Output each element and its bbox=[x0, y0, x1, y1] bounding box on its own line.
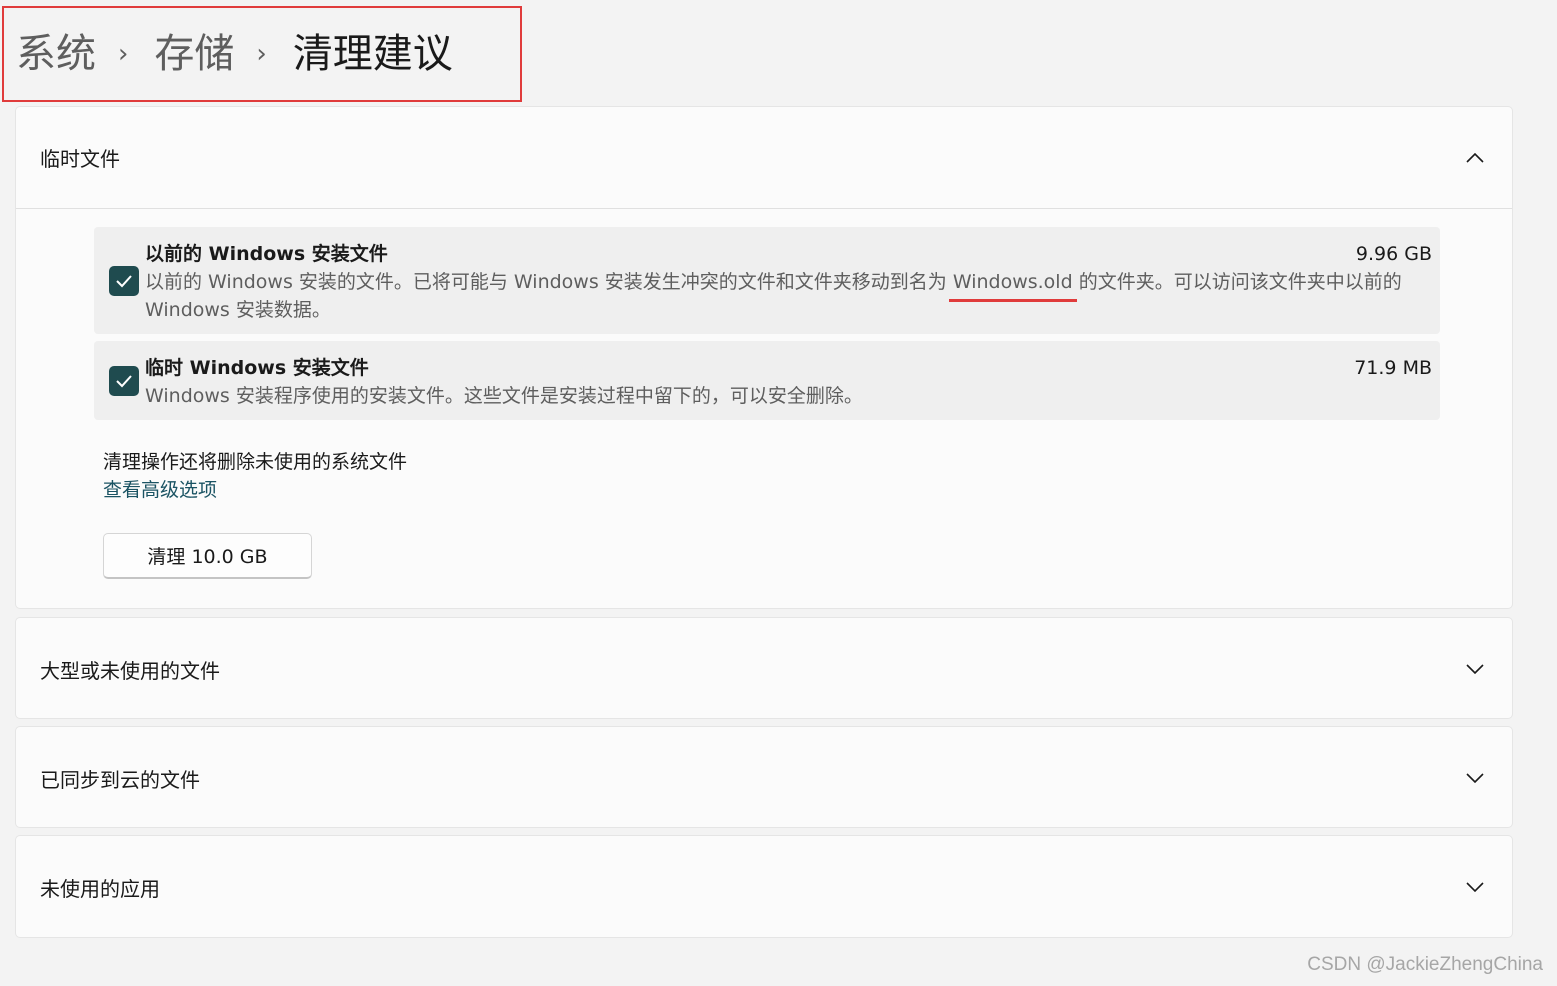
breadcrumb-item-storage[interactable]: 存储 bbox=[154, 34, 234, 74]
chevron-down-icon[interactable] bbox=[1464, 767, 1486, 789]
breadcrumb: 系统 › 存储 › 清理建议 bbox=[2, 6, 522, 102]
cloud-files-header[interactable]: 已同步到云的文件 bbox=[16, 727, 1512, 829]
checkmark-icon bbox=[116, 375, 132, 388]
breadcrumb-separator: › bbox=[118, 39, 129, 69]
unused-apps-header[interactable]: 未使用的应用 bbox=[16, 836, 1512, 938]
item-size: 9.96 GB bbox=[1355, 243, 1432, 265]
large-files-header[interactable]: 大型或未使用的文件 bbox=[16, 618, 1512, 720]
large-files-title: 大型或未使用的文件 bbox=[40, 658, 220, 683]
large-files-card[interactable]: 大型或未使用的文件 bbox=[15, 617, 1513, 719]
item-title: 临时 Windows 安装文件 bbox=[145, 357, 369, 379]
unused-apps-card[interactable]: 未使用的应用 bbox=[15, 835, 1513, 938]
item-size: 71.9 MB bbox=[1354, 357, 1432, 379]
temp-files-title: 临时文件 bbox=[40, 147, 120, 171]
item-body: 临时 Windows 安装文件 Windows 安装程序使用的安装文件。这些文件… bbox=[145, 355, 1430, 410]
checkbox-previous-windows-install[interactable] bbox=[109, 266, 139, 296]
clean-button[interactable]: 清理 10.0 GB bbox=[103, 533, 312, 579]
item-description: 以前的 Windows 安装的文件。已将可能与 Windows 安装发生冲突的文… bbox=[145, 268, 1425, 324]
advanced-options-link[interactable]: 查看高级选项 bbox=[103, 476, 217, 504]
chevron-up-icon[interactable] bbox=[1464, 147, 1486, 169]
cleanup-note: 清理操作还将删除未使用的系统文件 bbox=[103, 451, 408, 473]
list-item-temp-windows-install: 临时 Windows 安装文件 Windows 安装程序使用的安装文件。这些文件… bbox=[94, 341, 1440, 420]
list-item-previous-windows-install: 以前的 Windows 安装文件 以前的 Windows 安装的文件。已将可能与… bbox=[94, 227, 1440, 334]
windows-old-highlight: Windows.old bbox=[948, 268, 1077, 302]
temp-files-header[interactable]: 临时文件 bbox=[16, 107, 1512, 209]
unused-apps-title: 未使用的应用 bbox=[40, 876, 160, 901]
item-description: Windows 安装程序使用的安装文件。这些文件是安装过程中留下的，可以安全删除… bbox=[145, 385, 863, 407]
cloud-files-card[interactable]: 已同步到云的文件 bbox=[15, 726, 1513, 828]
item-body: 以前的 Windows 安装文件 以前的 Windows 安装的文件。已将可能与… bbox=[145, 241, 1430, 324]
item-title: 以前的 Windows 安装文件 bbox=[145, 243, 388, 265]
breadcrumb-item-system[interactable]: 系统 bbox=[16, 34, 96, 74]
page-title: 清理建议 bbox=[292, 31, 453, 77]
checkbox-temp-windows-install[interactable] bbox=[109, 366, 139, 396]
temp-files-card: 临时文件 以前的 Windows 安装文件 以前的 Windows 安装的文件。… bbox=[15, 106, 1513, 609]
breadcrumb-separator: › bbox=[256, 39, 267, 69]
chevron-down-icon[interactable] bbox=[1464, 876, 1486, 898]
cloud-files-title: 已同步到云的文件 bbox=[40, 767, 200, 792]
description-text: 以前的 Windows 安装的文件。已将可能与 Windows 安装发生冲突的文… bbox=[145, 271, 953, 293]
chevron-down-icon[interactable] bbox=[1464, 658, 1486, 680]
checkmark-icon bbox=[116, 275, 132, 288]
watermark: CSDN @JackieZhengChina bbox=[1307, 954, 1543, 975]
